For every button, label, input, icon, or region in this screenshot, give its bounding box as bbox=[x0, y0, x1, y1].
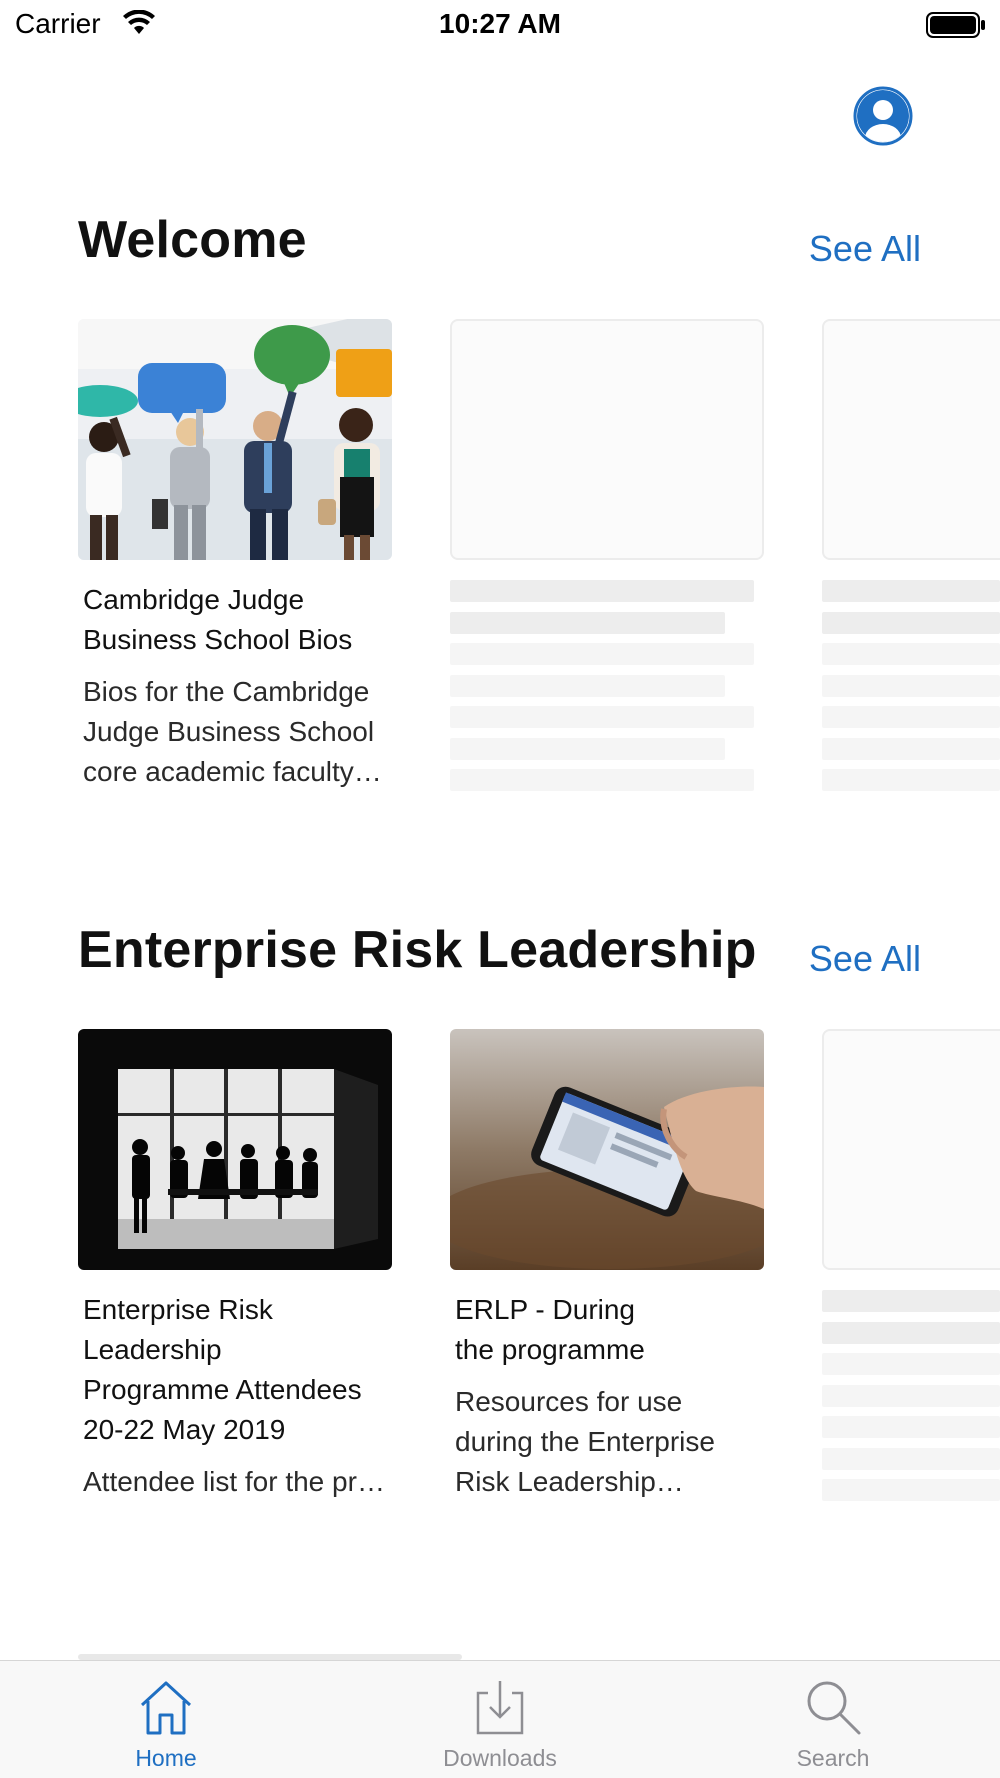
home-icon bbox=[140, 1681, 192, 1735]
content-card[interactable]: ERLP - During the programme Resources fo… bbox=[450, 1029, 764, 1502]
content-card[interactable]: Enterprise Risk Leadership Programme Att… bbox=[78, 1029, 392, 1502]
text-placeholder bbox=[822, 1416, 1000, 1438]
text-placeholder bbox=[822, 1353, 1000, 1375]
text-placeholder bbox=[822, 612, 1000, 634]
text-placeholder bbox=[822, 1290, 1000, 1312]
section-title: Welcome bbox=[78, 211, 307, 269]
text-placeholder bbox=[450, 675, 725, 697]
battery-icon bbox=[926, 12, 985, 38]
hand-holding-phone-photo bbox=[450, 1029, 764, 1270]
text-placeholder bbox=[822, 1448, 1000, 1470]
text-placeholder bbox=[822, 769, 1000, 791]
download-icon bbox=[476, 1681, 524, 1735]
card-title: Cambridge Judge Business School Bios bbox=[83, 584, 353, 655]
tab-bar: Home Downloads Search bbox=[0, 1660, 1000, 1778]
text-placeholder bbox=[450, 643, 754, 665]
search-icon bbox=[807, 1681, 861, 1735]
card-title: Enterprise Risk Leadership Programme Att… bbox=[83, 1294, 362, 1445]
clock-label: 10:27 AM bbox=[439, 8, 561, 39]
card-description: Resources for use during the Enterprise … bbox=[455, 1386, 715, 1497]
text-placeholder bbox=[450, 738, 725, 760]
text-placeholder bbox=[822, 706, 1000, 728]
card-description: Bios for the Cambridge Judge Business Sc… bbox=[83, 676, 375, 787]
section-title: Enterprise Risk Leadership bbox=[78, 921, 757, 979]
text-placeholder bbox=[450, 580, 754, 602]
see-all-button[interactable]: See All bbox=[809, 938, 921, 980]
user-avatar-icon[interactable] bbox=[853, 86, 913, 146]
card-title: ERLP - During the programme bbox=[455, 1294, 645, 1365]
content-card[interactable]: Cambridge Judge Business School Bios Bio… bbox=[78, 319, 392, 792]
text-placeholder bbox=[822, 580, 1000, 602]
text-placeholder bbox=[450, 706, 754, 728]
image-placeholder bbox=[822, 1029, 1000, 1270]
text-placeholder bbox=[450, 769, 754, 791]
image-placeholder bbox=[450, 319, 764, 560]
card-description: Attendee list for the programme bbox=[83, 1466, 387, 1497]
status-bar: Carrier 10:27 AM bbox=[0, 0, 1000, 52]
image-placeholder bbox=[822, 319, 1000, 560]
tab-home[interactable]: Home bbox=[66, 1661, 266, 1778]
text-placeholder bbox=[822, 1385, 1000, 1407]
tab-downloads[interactable]: Downloads bbox=[400, 1661, 600, 1778]
text-placeholder bbox=[822, 675, 1000, 697]
people-with-speech-bubbles-photo bbox=[78, 319, 392, 560]
text-placeholder bbox=[822, 1479, 1000, 1501]
tab-label: Search bbox=[796, 1745, 870, 1771]
see-all-button[interactable]: See All bbox=[809, 228, 921, 270]
text-placeholder bbox=[822, 738, 1000, 760]
tab-label: Downloads bbox=[443, 1745, 557, 1771]
tab-label: Home bbox=[135, 1745, 197, 1771]
loading-card-placeholder bbox=[450, 319, 764, 560]
silhouettes-at-window-photo bbox=[78, 1029, 392, 1270]
text-placeholder bbox=[822, 1322, 1000, 1344]
text-placeholder bbox=[822, 643, 1000, 665]
text-placeholder bbox=[450, 612, 725, 634]
tab-search[interactable]: Search bbox=[733, 1661, 933, 1778]
